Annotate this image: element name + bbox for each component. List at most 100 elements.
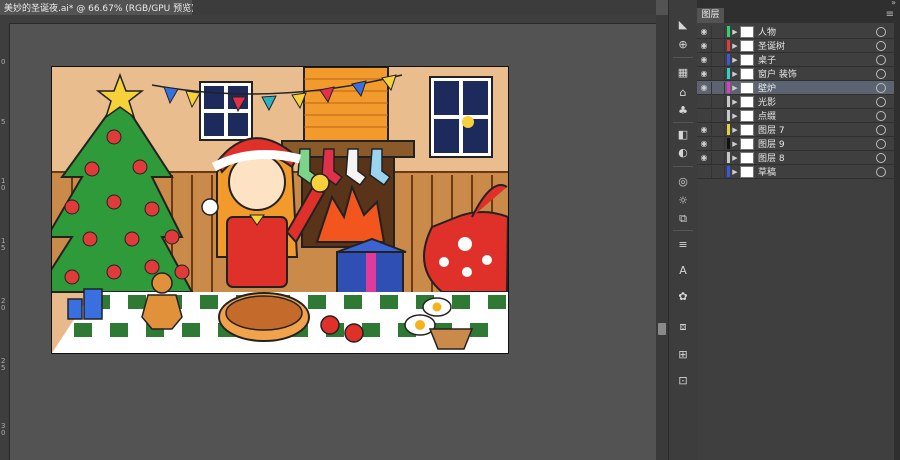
layers-panel: » 图层 ≡ ◉ ▶ 人物 ◉ ▶ 圣诞树 ◉ ▶ 桌子 ◉ ▶ 窗户 装饰 ◉ ▶ 壁炉 ▶ 光影 ▶ 点缀 ◉ ▶ 图… <box>697 0 900 460</box>
layer-name: 图层 8 <box>758 154 785 164</box>
layer-name: 人物 <box>758 28 777 38</box>
expand-triangle-icon[interactable]: ▶ <box>730 42 740 50</box>
target-circle-icon[interactable] <box>876 40 886 51</box>
expand-triangle-icon[interactable]: ▶ <box>730 98 740 106</box>
sun-icon[interactable]: ☼ <box>674 194 692 208</box>
visibility-eye-icon[interactable]: ◉ <box>697 27 711 36</box>
target-circle-icon[interactable] <box>876 110 886 121</box>
vertical-ruler[interactable]: 0 5 1 0 1 5 2 0 2 5 3 0 <box>0 23 10 460</box>
lock-toggle[interactable] <box>711 165 725 178</box>
grid-icon[interactable]: ▦ <box>674 66 692 80</box>
visibility-eye-icon[interactable]: ◉ <box>697 139 711 148</box>
layer-name: 壁炉 <box>758 84 777 94</box>
layer-row[interactable]: ◉ ▶ 人物 <box>697 25 894 39</box>
circles-icon[interactable]: ◎ <box>674 175 692 189</box>
lock-toggle[interactable] <box>711 53 725 66</box>
layer-thumbnail <box>740 25 754 38</box>
layer-row[interactable]: ◉ ▶ 图层 9 <box>697 137 894 151</box>
lock-toggle[interactable] <box>711 25 725 38</box>
expand-triangle-icon[interactable]: ▶ <box>730 84 740 92</box>
visibility-eye-icon[interactable]: ◉ <box>697 41 711 50</box>
spray-icon[interactable]: ⌂ <box>674 86 692 100</box>
target-circle-icon[interactable] <box>876 152 886 163</box>
ruler-tick: 1 5 <box>1 237 6 252</box>
target-circle-icon[interactable] <box>876 68 886 79</box>
target-circle-icon[interactable] <box>876 96 886 107</box>
palette-icon[interactable]: ✿ <box>674 290 692 304</box>
document-title: 美妙的圣诞夜.ai* @ 66.67% (RGB/GPU 预览) <box>4 4 195 14</box>
layer-row[interactable]: ◉ ▶ 桌子 <box>697 53 894 67</box>
scrollbar-thumb[interactable] <box>658 323 666 335</box>
lock-toggle[interactable] <box>711 109 725 122</box>
layer-thumbnail <box>740 109 754 122</box>
target-circle-icon[interactable] <box>876 82 886 93</box>
collapse-panel-icon[interactable]: » <box>891 0 896 7</box>
align-icon[interactable]: ⊞ <box>674 348 692 362</box>
lock-toggle[interactable] <box>711 95 725 108</box>
layer-name: 窗户 装饰 <box>758 70 797 80</box>
layer-row[interactable]: ▶ 草稿 <box>697 165 894 179</box>
layer-name: 点缀 <box>758 112 777 122</box>
panel-scrollbar[interactable] <box>894 23 900 460</box>
tab-layers[interactable]: 图层 <box>697 8 724 23</box>
lock-toggle[interactable] <box>711 67 725 80</box>
ruler-tick: 2 0 <box>1 297 6 312</box>
ruler-tick: 0 <box>1 58 6 66</box>
visibility-eye-icon[interactable]: ◉ <box>697 55 711 64</box>
expand-triangle-icon[interactable]: ▶ <box>730 56 740 64</box>
layer-name: 草稿 <box>758 168 777 178</box>
layer-row[interactable]: ▶ 光影 <box>697 95 894 109</box>
target-circle-icon[interactable] <box>876 138 886 149</box>
document-tab[interactable]: 美妙的圣诞夜.ai* @ 66.67% (RGB/GPU 预览) ✕ <box>0 0 208 15</box>
expand-triangle-icon[interactable]: ▶ <box>730 112 740 120</box>
layer-row[interactable]: ◉ ▶ 窗户 装饰 <box>697 67 894 81</box>
target-circle-icon[interactable] <box>876 166 886 177</box>
lock-toggle[interactable] <box>711 39 725 52</box>
expand-triangle-icon[interactable]: ▶ <box>730 168 740 176</box>
panel-icon-strip: ◣ ⊕ ▦ ⌂ ♣ ◧ ◐ ◎ ☼ ⧉ ≡ A ✿ ⧈ ⊞ ⊡ <box>668 0 698 460</box>
artboard[interactable] <box>51 66 509 354</box>
tool-divider <box>673 166 693 167</box>
layers-stack-icon[interactable]: ◐ <box>674 146 692 160</box>
layer-row[interactable]: ◉ ▶ 图层 8 <box>697 151 894 165</box>
gradient-icon[interactable]: ◧ <box>674 128 692 142</box>
expand-triangle-icon[interactable]: ▶ <box>730 140 740 148</box>
lock-toggle[interactable] <box>711 123 725 136</box>
puppet-warp-icon[interactable]: ⊕ <box>674 38 692 52</box>
expand-triangle-icon[interactable]: ▶ <box>730 70 740 78</box>
paint-bucket-icon[interactable]: ◣ <box>674 18 692 32</box>
visibility-eye-icon[interactable]: ◉ <box>697 125 711 134</box>
layer-name: 圣诞树 <box>758 42 786 52</box>
expand-triangle-icon[interactable]: ▶ <box>730 28 740 36</box>
panel-menu-icon[interactable]: ≡ <box>886 9 894 20</box>
layer-thumbnail <box>740 81 754 94</box>
vertical-scrollbar[interactable] <box>656 15 668 460</box>
club-icon[interactable]: ♣ <box>674 104 692 118</box>
horizontal-ruler[interactable] <box>0 15 656 24</box>
transform-icon[interactable]: ⊡ <box>674 374 692 388</box>
visibility-eye-icon[interactable]: ◉ <box>697 83 711 92</box>
visibility-eye-icon[interactable]: ◉ <box>697 153 711 162</box>
visibility-eye-icon[interactable]: ◉ <box>697 69 711 78</box>
layer-row[interactable]: ◉ ▶ 圣诞树 <box>697 39 894 53</box>
layer-thumbnail <box>740 137 754 150</box>
arrange-icon[interactable]: ⧈ <box>674 320 692 334</box>
layer-row[interactable]: ◉ ▶ 壁炉 <box>697 81 894 95</box>
layer-name: 桌子 <box>758 56 777 66</box>
panel-tab-bar: 图层 ≡ <box>697 8 900 23</box>
layer-row[interactable]: ▶ 点缀 <box>697 109 894 123</box>
lock-toggle[interactable] <box>711 81 725 94</box>
target-circle-icon[interactable] <box>876 124 886 135</box>
lock-toggle[interactable] <box>711 151 725 164</box>
target-circle-icon[interactable] <box>876 54 886 65</box>
lock-toggle[interactable] <box>711 137 725 150</box>
lines-icon[interactable]: ≡ <box>674 238 692 252</box>
expand-triangle-icon[interactable]: ▶ <box>730 154 740 162</box>
tab-strip <box>193 0 656 15</box>
export-icon[interactable]: ⧉ <box>674 212 692 226</box>
type-icon[interactable]: A <box>674 264 692 278</box>
expand-triangle-icon[interactable]: ▶ <box>730 126 740 134</box>
target-circle-icon[interactable] <box>876 26 886 37</box>
layer-row[interactable]: ◉ ▶ 图层 7 <box>697 123 894 137</box>
ruler-tick: 2 5 <box>1 357 6 372</box>
